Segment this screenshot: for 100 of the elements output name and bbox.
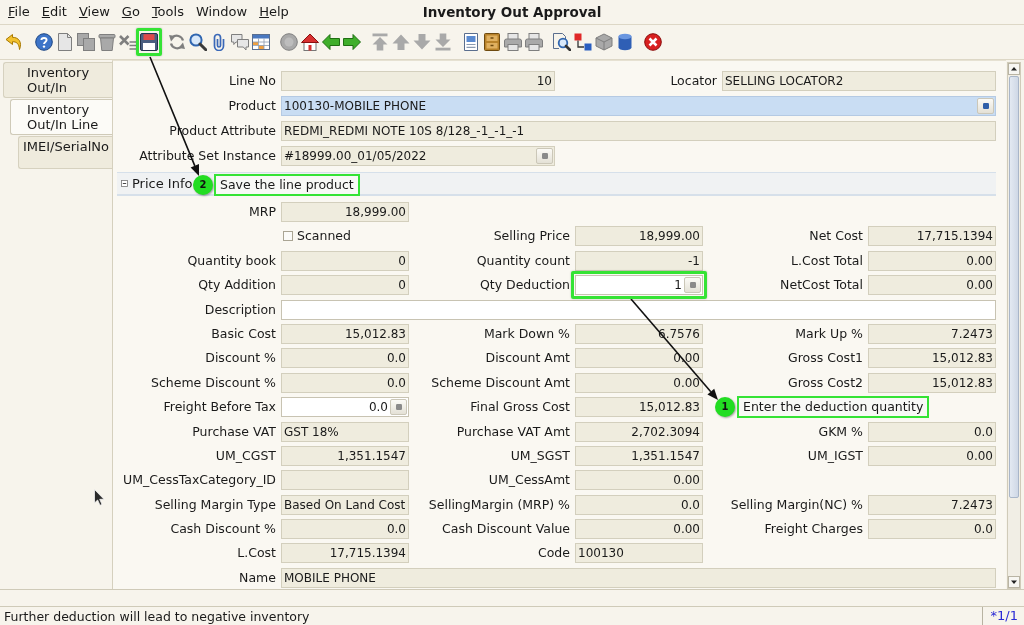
field-label: Selling Margin(NC) % <box>730 495 863 514</box>
number-field[interactable]: 0.0 <box>281 348 409 369</box>
field-label: Basic Cost <box>211 324 276 343</box>
number-field[interactable]: 0.00 <box>868 275 996 296</box>
field-label: Discount Amt <box>485 349 570 368</box>
field-label: Product <box>228 97 276 115</box>
number-field[interactable]: 1,351.1547 <box>281 445 409 466</box>
field-label: MRP <box>249 203 276 221</box>
house-icon[interactable] <box>301 33 319 51</box>
left-arrow-icon[interactable] <box>322 33 340 51</box>
cabinet-icon[interactable] <box>483 33 501 51</box>
record-counter: *1/1 <box>981 607 1024 625</box>
field-label: Scheme Discount % <box>151 373 276 392</box>
tab[interactable]: Inventory Out/In <box>3 62 112 98</box>
lookup-field[interactable]: #18999.00_01/05/2022 <box>281 146 555 166</box>
number-field[interactable]: 1,351.1547 <box>575 445 703 466</box>
linked-squares-icon[interactable] <box>574 33 592 51</box>
text-field[interactable]: REDMI_REDMI NOTE 10S 8/128_-1_-1_-1 <box>281 121 996 141</box>
number-field[interactable]: 0.00 <box>575 519 703 540</box>
cylinder-icon[interactable] <box>616 33 634 51</box>
search-icon[interactable] <box>189 33 207 51</box>
collapse-icon[interactable] <box>121 180 128 187</box>
number-field[interactable]: 0.0 <box>281 519 409 540</box>
menu-item[interactable]: Tools <box>145 3 190 21</box>
highlight-frame <box>136 28 162 56</box>
field-label: Net Cost <box>809 227 863 246</box>
field-button[interactable] <box>684 277 701 294</box>
number-field[interactable]: 0.00 <box>868 250 996 271</box>
text-field[interactable]: SELLING LOCATOR2 <box>722 71 996 91</box>
number-field[interactable]: 0.0 <box>868 421 996 442</box>
number-field[interactable]: 0 <box>281 275 409 296</box>
field-label: NetCost Total <box>780 276 863 295</box>
number-field[interactable]: 0.0 <box>575 494 703 515</box>
field-label: Purchase VAT <box>192 422 276 441</box>
scrollbar-track[interactable] <box>1007 62 1021 589</box>
field-label: Quantity book <box>187 251 276 270</box>
field-label: Final Gross Cost <box>470 398 570 417</box>
magnifier-document-icon[interactable] <box>553 33 571 51</box>
checkbox[interactable] <box>283 231 293 242</box>
field-button[interactable] <box>977 98 994 114</box>
number-field[interactable]: 15,012.83 <box>281 323 409 344</box>
menu-item[interactable]: File <box>2 3 36 21</box>
text-input-field[interactable] <box>281 299 996 320</box>
section-title[interactable]: Price Info <box>132 174 193 193</box>
field-button[interactable] <box>536 148 553 164</box>
callout-label: Enter the deduction quantity <box>737 396 930 418</box>
field-label: L.Cost <box>237 544 276 563</box>
number-field[interactable]: 10 <box>281 71 555 91</box>
text-field[interactable]: Based On Land Cost <box>281 494 409 515</box>
number-field[interactable]: 0.0 <box>868 519 996 540</box>
help-icon[interactable] <box>35 33 53 51</box>
field-label: Locator <box>670 72 717 90</box>
tab[interactable]: IMEI/SerialNo <box>18 136 112 169</box>
curved-arrow-icon[interactable] <box>5 33 23 51</box>
search-field[interactable]: 100130-MOBILE PHONE <box>281 96 996 116</box>
text-field[interactable] <box>281 470 409 491</box>
field-label: GKM % <box>818 422 863 441</box>
number-field[interactable]: 0.00 <box>575 470 703 491</box>
number-field[interactable]: 0.00 <box>575 372 703 393</box>
number-field[interactable]: 7.2473 <box>868 494 996 515</box>
document-icon[interactable] <box>462 33 480 51</box>
menu-item[interactable]: View <box>72 3 116 21</box>
field-button[interactable] <box>390 399 407 416</box>
input-field[interactable]: 1 <box>575 275 703 296</box>
close-icon[interactable] <box>644 33 662 51</box>
text-field[interactable]: GST 18% <box>281 421 409 442</box>
field-label: UM_IGST <box>807 446 863 465</box>
input-field[interactable]: 0.0 <box>281 397 409 418</box>
right-arrow-icon[interactable] <box>343 33 361 51</box>
menu-item[interactable]: Window <box>189 3 254 21</box>
field-label: Discount % <box>205 349 276 368</box>
number-field[interactable]: 17,715.1394 <box>868 226 996 247</box>
number-field[interactable]: 15,012.83 <box>868 348 996 369</box>
menu-item[interactable]: Go <box>115 3 146 21</box>
field-label: Freight Charges <box>764 520 863 539</box>
number-field[interactable]: 18,999.00 <box>281 202 409 222</box>
number-field[interactable]: -1 <box>575 250 703 271</box>
number-field[interactable]: 0.0 <box>281 372 409 393</box>
text-field[interactable]: 100130 <box>575 543 703 564</box>
square-icon <box>689 282 696 289</box>
number-field[interactable]: 7.2473 <box>868 323 996 344</box>
menu-item[interactable]: Help <box>253 3 295 21</box>
field-label: Code <box>538 544 570 563</box>
number-field[interactable]: 0 <box>281 250 409 271</box>
number-field[interactable]: 0.00 <box>868 445 996 466</box>
number-field[interactable]: 15,012.83 <box>868 372 996 393</box>
callout-label: Save the line product <box>214 174 360 196</box>
number-field[interactable]: 17,715.1394 <box>281 543 409 564</box>
field-label: L.Cost Total <box>791 251 863 270</box>
field-label: Cash Discount Value <box>442 520 570 539</box>
table-icon[interactable] <box>252 33 270 51</box>
menu-item[interactable]: Edit <box>35 3 73 21</box>
scrollbar-thumb[interactable] <box>1009 76 1019 498</box>
text-field[interactable]: MOBILE PHONE <box>281 567 996 588</box>
field-label: Gross Cost1 <box>788 349 863 368</box>
number-field[interactable]: 18,999.00 <box>575 226 703 247</box>
tab[interactable]: Inventory Out/In Line <box>10 99 112 135</box>
number-field[interactable]: 15,012.83 <box>575 397 703 418</box>
number-field[interactable]: 2,702.3094 <box>575 421 703 442</box>
field-label: Mark Up % <box>795 324 863 343</box>
